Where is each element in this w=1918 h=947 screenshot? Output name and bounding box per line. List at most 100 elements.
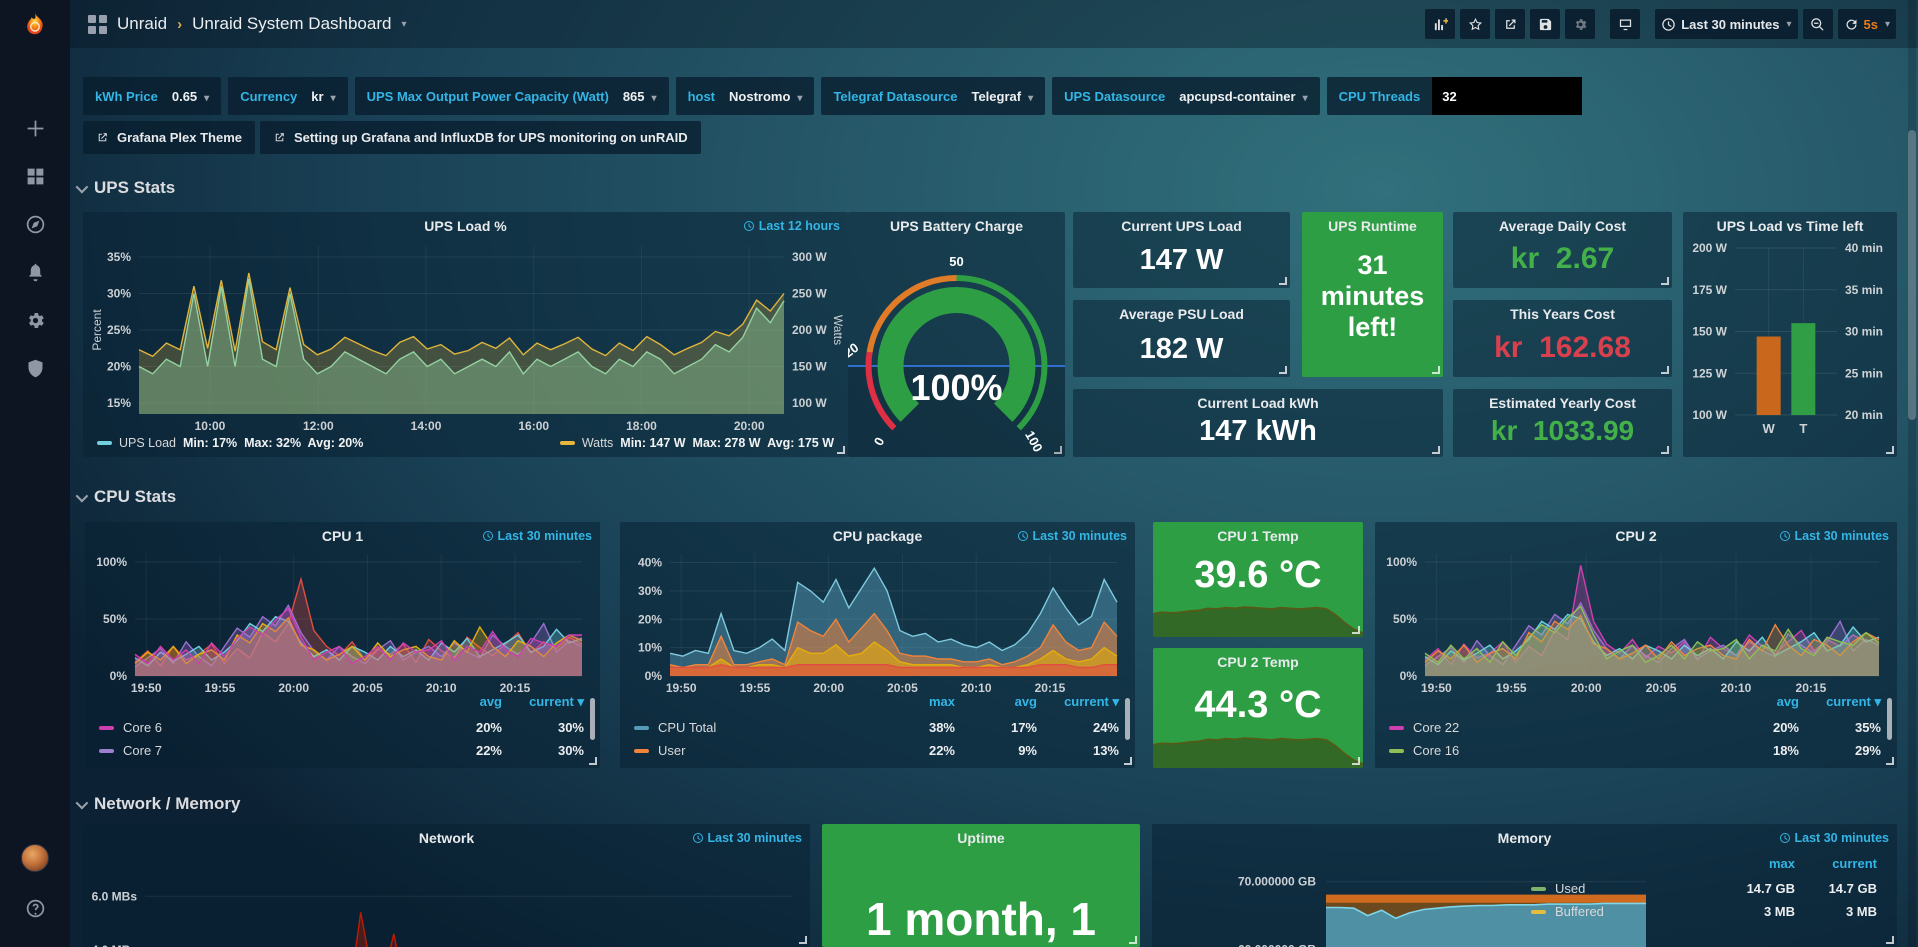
cpu1-chart[interactable]: 100%50%0%19:5019:5520:0020:0520:1020:15 [89,546,596,698]
dashboard-link[interactable]: Setting up Grafana and InfluxDB for UPS … [260,121,701,154]
legend-series-toggle[interactable]: WattsMin: 147 W Max: 278 W Avg: 175 W [560,436,834,450]
panel-time-badge[interactable]: Last 30 minutes [482,529,592,543]
dashboard-link-label: Grafana Plex Theme [117,130,242,145]
legend-series-toggle[interactable]: Core 22 [1389,716,1721,739]
legend-column-header[interactable]: avg [959,692,1041,716]
sidebar-user-button[interactable] [0,838,70,878]
settings-gear-icon [1573,17,1588,32]
legend-column-header[interactable]: avg [1721,692,1803,716]
panel-title[interactable]: Uptime [822,830,1140,846]
variable-ups-datasource[interactable]: UPS Datasourceapcupsd-container▾ [1052,77,1319,115]
add-panel-button[interactable] [1425,9,1455,39]
section-title: UPS Stats [94,178,175,198]
sidebar-configuration-button[interactable] [0,300,70,340]
chevron-down-icon [76,180,89,193]
legend-column-header[interactable]: avg [424,692,506,716]
legend-column-header[interactable]: max [877,692,959,716]
time-range-picker[interactable]: Last 30 minutes ▾ [1655,9,1797,39]
legend-series-toggle[interactable]: Core 16 [1389,739,1721,762]
sidebar-add-button[interactable] [0,108,70,148]
legend-column-header[interactable]: current ▾ [506,692,588,716]
panel-title[interactable]: UPS Load % [83,218,848,234]
section-cpu-stats[interactable]: CPU Stats [76,486,176,508]
panel-time-badge[interactable]: Last 30 minutes [1779,831,1889,845]
panel-title[interactable]: This Years Cost [1453,306,1672,322]
sidebar-explore-button[interactable] [0,204,70,244]
legend-series-toggle[interactable]: UPS LoadMin: 17% Max: 32% Avg: 20% [97,436,363,450]
sidebar-admin-button[interactable] [0,348,70,388]
share-icon [1503,17,1518,32]
breadcrumb-dashboard-title[interactable]: Unraid System Dashboard [192,14,391,34]
variable-input[interactable] [1432,77,1582,115]
zoom-out-time-button[interactable] [1803,9,1833,39]
svg-text:50%: 50% [1393,612,1417,626]
section-network-memory[interactable]: Network / Memory [76,793,240,815]
panel-title[interactable]: Current Load kWh [1073,395,1443,411]
refresh-picker[interactable]: 5s ▾ [1838,9,1897,39]
network-chart[interactable]: 6.0 MBs4.0 MBs2.0 MBs [87,848,806,947]
legend-series-toggle[interactable]: Buffered [1531,900,1717,923]
svg-text:40%: 40% [638,556,662,570]
variable-host[interactable]: hostNostromo▾ [676,77,815,115]
stat-value: 31 minutes left! [1302,250,1443,343]
panel-time-badge[interactable]: Last 30 minutes [1017,529,1127,543]
panel-title[interactable]: UPS Battery Charge [848,218,1065,234]
ups-load-chart[interactable]: 35%300 W30%250 W25%200 W20%150 W15%100 W… [87,236,844,436]
panel-title[interactable]: CPU 1 Temp [1153,528,1363,544]
share-dashboard-button[interactable] [1495,9,1525,39]
legend-series-toggle[interactable]: User [634,739,877,762]
variable-ups-max-output-power-capacity-watt-[interactable]: UPS Max Output Power Capacity (Watt)865▾ [355,77,669,115]
variable-kwh-price[interactable]: kWh Price0.65▾ [83,77,221,115]
svg-text:20%: 20% [638,612,662,626]
variable-telegraf-datasource[interactable]: Telegraf DatasourceTelegraf▾ [821,77,1045,115]
variable-currency[interactable]: Currencykr▾ [228,77,347,115]
panel-time-badge[interactable]: Last 12 hours [743,219,840,233]
legend-scrollbar[interactable] [590,698,595,740]
panel-network: Network Last 30 minutes 6.0 MBs4.0 MBs2.… [83,824,810,947]
panel-time-badge[interactable]: Last 30 minutes [1779,529,1889,543]
sidebar-dashboards-button[interactable] [0,156,70,196]
svg-text:0%: 0% [645,669,663,683]
dashboard-settings-button[interactable] [1565,9,1595,39]
legend-column-header[interactable]: current ▾ [1803,692,1885,716]
save-dashboard-button[interactable] [1530,9,1560,39]
panel-time-badge[interactable]: Last 30 minutes [692,831,802,845]
star-dashboard-button[interactable] [1460,9,1490,39]
cpu-package-chart[interactable]: 40%30%20%10%0%19:5019:5520:0020:0520:102… [624,546,1131,698]
legend-value: 3 MB [1799,900,1881,923]
legend-column-header[interactable]: current ▾ [1041,692,1123,716]
sidebar-help-button[interactable] [0,888,70,928]
panel-title[interactable]: UPS Runtime [1302,218,1443,234]
section-ups-stats[interactable]: UPS Stats [76,177,175,199]
svg-text:20: 20 [848,340,861,361]
legend-scrollbar[interactable] [1887,698,1892,740]
legend-scrollbar[interactable] [1125,698,1130,740]
sidebar-alerting-button[interactable] [0,252,70,292]
variable-cpu-threads[interactable]: CPU Threads [1327,77,1583,115]
time-badge-label: Last 12 hours [759,219,840,233]
dashboard-toolbar: Last 30 minutes ▾ 5s ▾ [1425,9,1896,39]
legend-series-toggle[interactable]: CPU Total [634,716,877,739]
cpu2-chart[interactable]: 100%50%0%19:5019:5520:0020:0520:1020:15 [1379,546,1893,698]
legend-series-toggle[interactable]: Core 7 [99,739,424,762]
ups-bar-chart[interactable]: 200 W40 min175 W35 min150 W30 min125 W25… [1683,212,1897,457]
breadcrumb-folder[interactable]: Unraid [117,14,167,34]
panel-title[interactable]: UPS Load vs Time left [1683,218,1897,234]
legend-series-toggle[interactable]: Used [1531,877,1717,900]
page-scrollbar-thumb[interactable] [1908,130,1916,420]
legend-column-header[interactable]: current [1799,854,1881,877]
legend-series-toggle[interactable]: Core 6 [99,716,424,739]
breadcrumb-caret-icon[interactable]: ▾ [401,19,406,30]
grafana-logo[interactable] [0,6,70,46]
panel-title[interactable]: Current UPS Load [1073,218,1290,234]
legend-column-header[interactable]: max [1717,854,1799,877]
legend-value: 22% [877,739,959,762]
dashboard-link[interactable]: Grafana Plex Theme [83,121,255,154]
panel-title[interactable]: CPU 2 Temp [1153,654,1363,670]
cycle-view-button[interactable] [1610,9,1640,39]
panel-title[interactable]: Average PSU Load [1073,306,1290,322]
panel-title[interactable]: Estimated Yearly Cost [1453,395,1672,411]
battery-gauge[interactable]: 02050100100% [848,248,1065,453]
svg-text:Watts: Watts [831,315,844,345]
panel-title[interactable]: Average Daily Cost [1453,218,1672,234]
